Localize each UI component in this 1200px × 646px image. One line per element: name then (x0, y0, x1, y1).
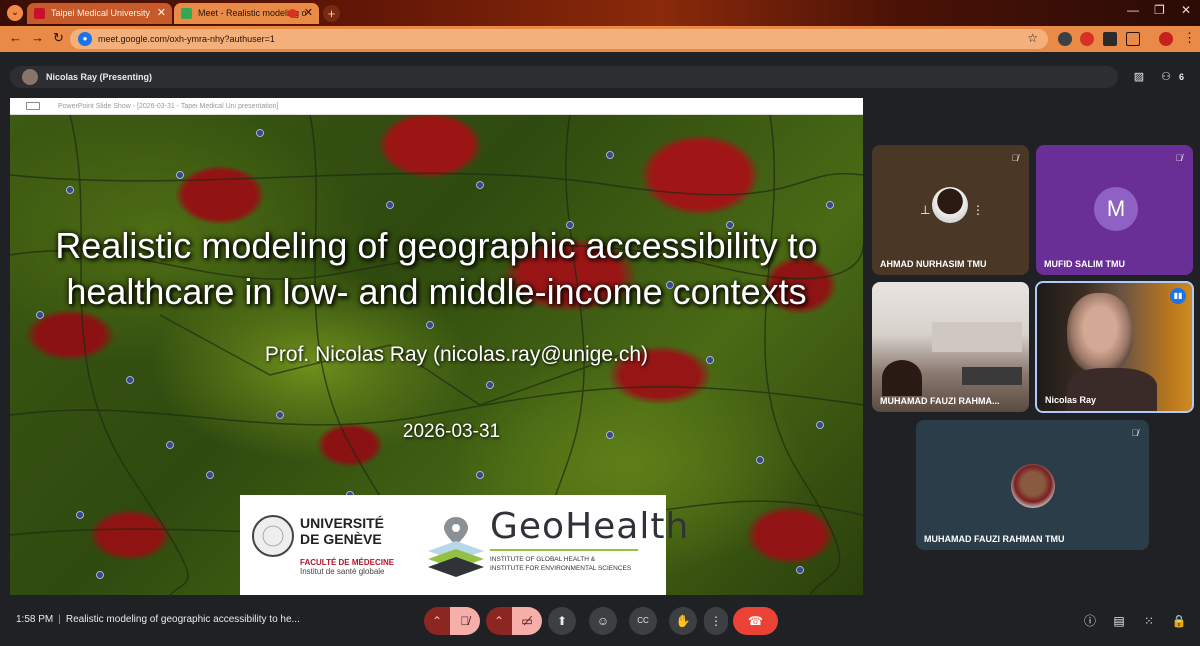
geohealth-layers-logo-icon (428, 517, 484, 577)
present-screen-button[interactable]: ⬆ (548, 607, 576, 635)
profile-avatar-icon[interactable] (1159, 32, 1173, 46)
presenter-avatar (22, 69, 38, 85)
back-arrow-icon[interactable]: ← (9, 30, 22, 45)
participant-avatar (1011, 464, 1055, 508)
slide-title: Realistic modeling of geographic accessi… (10, 223, 863, 315)
participant-avatar (932, 187, 968, 223)
desk (962, 367, 1022, 385)
geohealth-wordmark: GeoHealth (490, 506, 690, 547)
meeting-title: Realistic modeling of geographic accessi… (65, 614, 300, 625)
slide-date: 2026-03-31 (402, 421, 501, 442)
meet-favicon-icon (181, 8, 192, 19)
browser-menu-icon[interactable]: ⋮ (1183, 30, 1196, 46)
participant-name: MUFID SALIM TMU (1044, 259, 1125, 269)
browser-tab-bar: ⌄ Taipei Medical University ✕ Meet - Rea… (0, 0, 1200, 26)
site-info-mic-icon[interactable]: ● (78, 32, 92, 46)
captions-button[interactable]: CC (629, 607, 657, 635)
participant-tile-nicolas-ray[interactable]: ▮▮ Nicolas Ray (1035, 281, 1194, 413)
extension-3-icon[interactable] (1103, 32, 1117, 46)
address-toolbar: ← → ↻ ● meet.google.com/oxh-ymra-nhy?aut… (0, 26, 1200, 52)
unige-line-1: UNIVERSITÉ (300, 515, 385, 531)
activities-icon[interactable]: ⁙ (1140, 612, 1158, 630)
pin-icon[interactable]: ⊥ (920, 203, 930, 217)
shirt (1067, 368, 1157, 411)
speaking-indicator-icon: ▮▮ (1170, 288, 1186, 304)
participant-name: MUHAMAD FAUZI RAHMAN TMU (924, 534, 1065, 544)
current-time: 1:58 PM (16, 614, 54, 625)
bookmark-star-icon[interactable]: ☆ (1027, 31, 1038, 45)
slide-author: Prof. Nicolas Ray (nicolas.ray@unige.ch) (264, 343, 649, 366)
logos-panel: UNIVERSITÉ DE GENÈVE FACULTÉ DE MÉDECINE… (240, 495, 688, 595)
room-wall (932, 322, 1022, 352)
chat-icon[interactable]: ▤ (1110, 612, 1128, 630)
unige-line-2: DE GENÈVE (300, 531, 382, 547)
meeting-info: 1:58 PM | Realistic modeling of geographic… (16, 612, 300, 628)
separator: | (58, 614, 61, 625)
restore-icon[interactable]: ❐ (1154, 3, 1165, 17)
slide-title-line-1: Realistic modeling of geographic accessi… (55, 225, 818, 266)
meet-window: ⌄ Taipei Medical University ✕ Meet - Rea… (0, 0, 1200, 646)
slideshow-titlebar: PowerPoint Slide Show - [2026-03-31 - Ta… (10, 98, 863, 115)
meeting-details-icon[interactable]: ⓘ (1081, 612, 1099, 630)
people-count: 6 (1179, 72, 1185, 82)
close-window-icon[interactable]: ✕ (1181, 3, 1191, 17)
participant-tile-muhamad-video[interactable]: MUHAMAD FAUZI RAHMA... (872, 282, 1029, 412)
camera-off-icon[interactable]: ▨ (1129, 67, 1149, 87)
reload-icon[interactable]: ↻ (53, 30, 64, 46)
new-tab-button[interactable]: + (323, 5, 340, 22)
slide-title-line-2: healthcare in low- and middle-income con… (66, 271, 807, 312)
extensions-puzzle-icon[interactable] (1126, 32, 1140, 46)
omnibox[interactable]: ● meet.google.com/oxh-ymra-nhy?authuser=… (70, 29, 1048, 49)
presentation-window: PowerPoint Slide Show - [2026-03-31 - Ta… (10, 98, 863, 595)
tab-close-icon[interactable]: ✕ (157, 3, 166, 24)
geohealth-underline (490, 549, 638, 551)
mic-off-icon: 🎙̸ (1131, 428, 1139, 438)
presenter-bar: Nicolas Ray (Presenting) (10, 66, 1118, 88)
camera-toggle-button[interactable]: ▭̸ (512, 607, 542, 635)
tab-search-icon[interactable]: ⌄ (7, 5, 23, 21)
tmu-favicon-icon (34, 8, 45, 19)
participant-tile-ahmad[interactable]: ⊥ ⋮ 🎙̸ AHMAD NURHASIM TMU (872, 145, 1029, 275)
slide: Realistic modeling of geographic accessi… (10, 115, 863, 595)
geohealth-subtitle-2: INSTITUTE FOR ENVIRONMENTAL SCIENCES (490, 565, 632, 572)
unige-seal-logo-icon (252, 515, 294, 557)
mic-off-icon: 🎙̸ (1011, 153, 1019, 163)
institute-label: Institut de santé globale (300, 567, 385, 576)
mic-off-icon: 🎙̸ (1175, 153, 1183, 163)
participant-initial-avatar: M (1094, 187, 1138, 231)
tab-meet[interactable]: Meet - Realistic modeling o ✕ (174, 3, 319, 24)
mic-toggle-button[interactable]: 🎙̸ (450, 607, 480, 635)
participant-name: Nicolas Ray (1045, 395, 1097, 405)
participant-name: MUHAMAD FAUZI RAHMA... (880, 396, 1000, 406)
extension-1-icon[interactable] (1058, 32, 1072, 46)
participant-name: AHMAD NURHASIM TMU (880, 259, 987, 269)
recording-indicator-icon (288, 9, 297, 18)
tab-title: Taipei Medical University (51, 8, 151, 18)
slideshow-title: PowerPoint Slide Show - [2026-03-31 - Ta… (58, 103, 279, 110)
url-text[interactable]: meet.google.com/oxh-ymra-nhy?authuser=1 (98, 29, 275, 49)
person-silhouette (882, 360, 922, 396)
video-settings-chevron-icon[interactable]: ⌃ (486, 607, 512, 635)
slideshow-icon (26, 102, 40, 110)
forward-arrow-icon[interactable]: → (31, 30, 44, 45)
more-options-button[interactable]: ⋮ (704, 607, 728, 635)
raise-hand-button[interactable]: ✋ (669, 607, 697, 635)
unige-name: UNIVERSITÉ DE GENÈVE (300, 515, 384, 547)
participant-tile-mufid[interactable]: M 🎙̸ MUFID SALIM TMU (1036, 145, 1193, 275)
leave-call-button[interactable]: ☎ (733, 607, 778, 635)
presenter-label: Nicolas Ray (Presenting) (46, 72, 153, 82)
tab-taipei-medical-university[interactable]: Taipei Medical University ✕ (27, 3, 172, 24)
reactions-button[interactable]: ☺ (589, 607, 617, 635)
participant-video (1067, 293, 1133, 373)
extension-2-icon[interactable] (1080, 32, 1094, 46)
tab-close-icon[interactable]: ✕ (304, 3, 313, 24)
more-options-icon[interactable]: ⋮ (972, 203, 984, 217)
people-icon[interactable]: ⚇ (1156, 67, 1176, 87)
participant-tile-muhamad-fauzi[interactable]: 🎙̸ MUHAMAD FAUZI RAHMAN TMU (916, 420, 1149, 550)
host-controls-icon[interactable]: 🔒 (1170, 612, 1188, 630)
minimize-icon[interactable]: — (1127, 3, 1139, 17)
faculty-label: FACULTÉ DE MÉDECINE (300, 558, 395, 567)
audio-settings-chevron-icon[interactable]: ⌃ (424, 607, 450, 635)
geohealth-subtitle-1: INSTITUTE OF GLOBAL HEALTH & (490, 556, 596, 563)
